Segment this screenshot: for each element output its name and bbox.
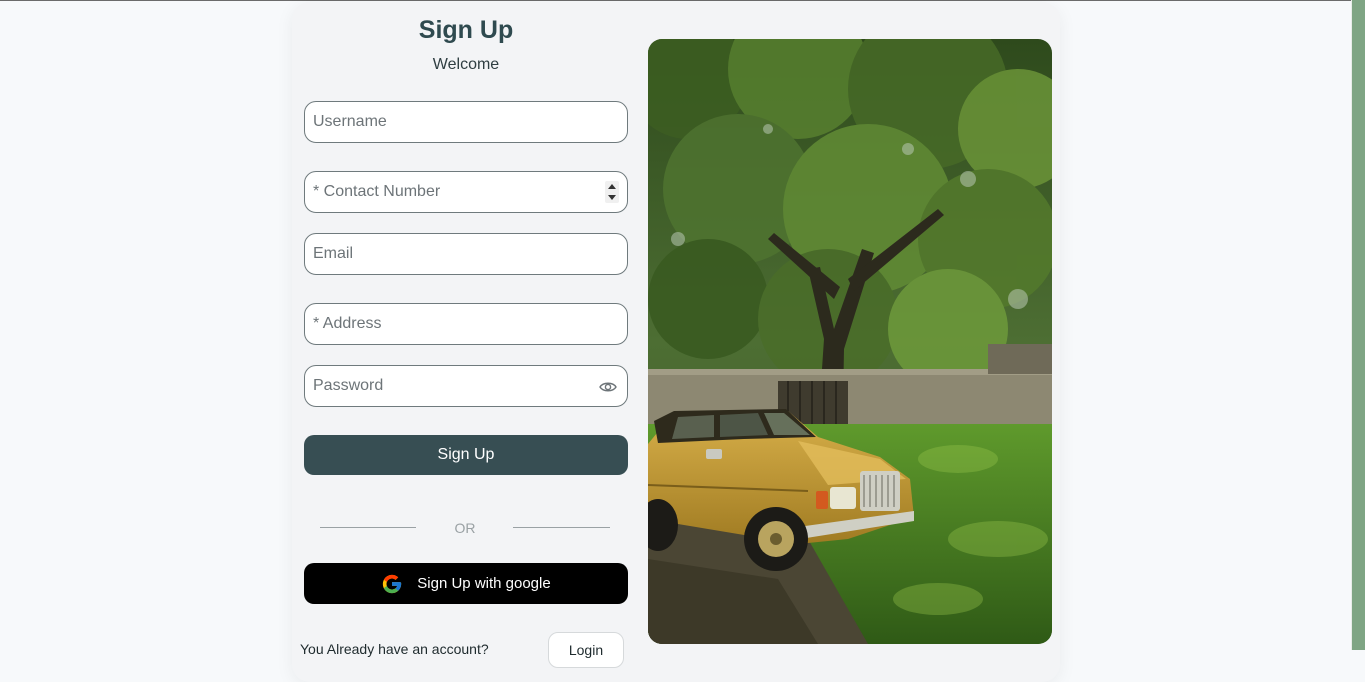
login-button[interactable]: Login (548, 632, 624, 668)
page-title: Sign Up (418, 16, 514, 44)
google-g-icon (383, 574, 402, 593)
window-top-border (0, 0, 1352, 1)
address-input[interactable] (313, 304, 593, 344)
username-input[interactable] (313, 102, 593, 142)
divider-right (513, 527, 610, 528)
email-field[interactable] (304, 233, 628, 275)
username-field[interactable] (304, 101, 628, 143)
spinner-down-icon[interactable] (608, 195, 616, 200)
spinner-arrows-icon[interactable] (605, 181, 619, 203)
car-under-tree-image (648, 39, 1052, 644)
or-label: OR (454, 520, 476, 536)
signup-button[interactable]: Sign Up (304, 435, 628, 475)
hero-image (648, 39, 1052, 644)
page-scrollbar[interactable] (1351, 0, 1365, 650)
address-field[interactable] (304, 303, 628, 345)
spinner-up-icon[interactable] (608, 184, 616, 189)
password-input[interactable] (313, 366, 593, 406)
password-field[interactable] (304, 365, 628, 407)
divider-left (320, 527, 416, 528)
eye-icon[interactable] (599, 380, 617, 394)
email-input[interactable] (313, 234, 593, 274)
welcome-subtitle: Welcome (432, 56, 500, 73)
contact-number-input[interactable] (313, 172, 593, 212)
google-signup-label: Sign Up with google (417, 575, 551, 592)
google-signup-button[interactable]: Sign Up with google (304, 563, 628, 604)
scrollbar-edge (1351, 0, 1352, 650)
already-have-account-text: You Already have an account? (300, 641, 489, 657)
contact-number-field[interactable] (304, 171, 628, 213)
